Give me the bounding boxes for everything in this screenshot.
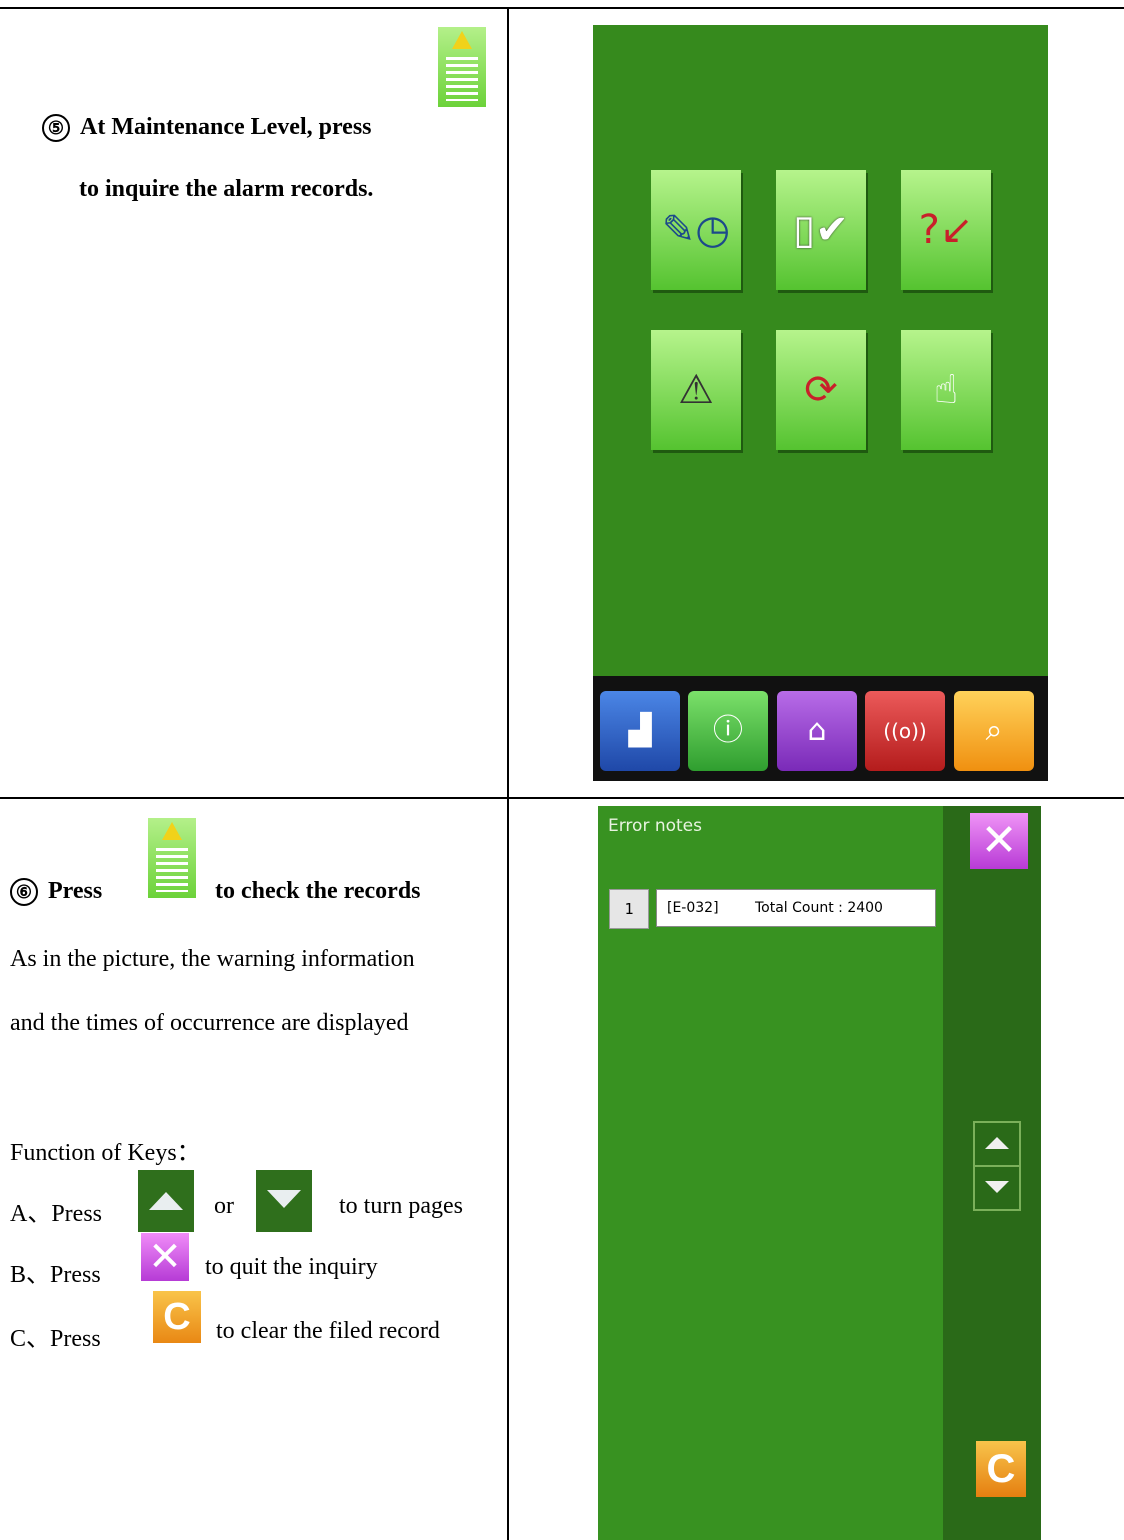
- page-down-icon: [985, 1181, 1009, 1193]
- table-column-divider: [507, 7, 509, 1540]
- close-icon: ✕: [141, 1233, 189, 1281]
- alarm-records-icon: [438, 27, 486, 107]
- needle-help-icon[interactable]: ?↙: [901, 170, 991, 290]
- keys-title: Function of Keys：: [10, 1140, 201, 1166]
- alarm-records-icon[interactable]: ⚠: [651, 330, 741, 450]
- machine-cycle-icon[interactable]: ⟳: [776, 330, 866, 450]
- pattern-check-icon[interactable]: ▯✔: [776, 170, 866, 290]
- table-top-border: [0, 7, 1124, 9]
- close-icon: ✕: [980, 815, 1018, 866]
- step5-line1: ⑤ At Maintenance Level, press: [42, 114, 372, 143]
- key-a-or: or: [214, 1193, 234, 1219]
- key-a-prefix: A、Press: [10, 1201, 103, 1227]
- page-up-button[interactable]: [973, 1121, 1021, 1167]
- step6-desc2: and the times of occurrence are displaye…: [10, 1010, 409, 1036]
- step6-number: ⑥: [10, 878, 38, 907]
- bottom-toolbar: ▟ ⓘ ⌂ ((o)) ⌕: [593, 676, 1048, 781]
- alarm-records-icon: [148, 818, 196, 898]
- error-record-row[interactable]: [E-032] Total Count : 2400: [656, 889, 936, 927]
- sewing-machine-icon[interactable]: ▟: [600, 691, 680, 771]
- step5-line2: to inquire the alarm records.: [79, 176, 374, 202]
- error-code: [E-032]: [667, 900, 719, 916]
- step5-line1-text: At Maintenance Level, press: [80, 114, 372, 140]
- clear-icon: C: [153, 1291, 201, 1343]
- table-row-divider: [0, 797, 1124, 799]
- page-down-button[interactable]: [973, 1165, 1021, 1211]
- total-count: Total Count : 2400: [755, 900, 883, 916]
- key-c-suffix: to clear the filed record: [216, 1318, 440, 1344]
- key-c-prefix: C、Press: [10, 1326, 101, 1352]
- home-icon[interactable]: ⌂: [777, 691, 857, 771]
- maintenance-menu-screen: ✎◷ ▯✔ ?↙ ⚠ ⟳ ☝ ▟ ⓘ ⌂ ((o)) ⌕: [593, 25, 1048, 781]
- step6-desc1: As in the picture, the warning informati…: [10, 946, 415, 972]
- screen-title: Error notes: [608, 816, 702, 836]
- row-number[interactable]: 1: [609, 889, 649, 929]
- signal-icon[interactable]: ((o)): [865, 691, 945, 771]
- key-b-prefix: B、Press: [10, 1262, 101, 1288]
- error-notes-screen: Error notes ✕ 1 [E-032] Total Count : 24…: [598, 806, 1041, 1540]
- close-button[interactable]: ✕: [970, 813, 1028, 869]
- page-up-icon: [985, 1137, 1009, 1149]
- maintenance-time-icon[interactable]: ✎◷: [651, 170, 741, 290]
- info-icon[interactable]: ⓘ: [688, 691, 768, 771]
- step6-suffix: to check the records: [215, 878, 421, 904]
- page-up-icon: [138, 1170, 194, 1232]
- step5-number: ⑤: [42, 114, 70, 143]
- key-b-suffix: to quit the inquiry: [205, 1254, 378, 1280]
- clear-button[interactable]: C: [976, 1441, 1026, 1497]
- key-a-suffix: to turn pages: [339, 1193, 463, 1219]
- step6-line1: ⑥ Press: [10, 878, 103, 907]
- step6-press: Press: [48, 878, 103, 904]
- counter-input-icon[interactable]: ☝: [901, 330, 991, 450]
- page-down-icon: [256, 1170, 312, 1232]
- search-icon[interactable]: ⌕: [954, 691, 1034, 771]
